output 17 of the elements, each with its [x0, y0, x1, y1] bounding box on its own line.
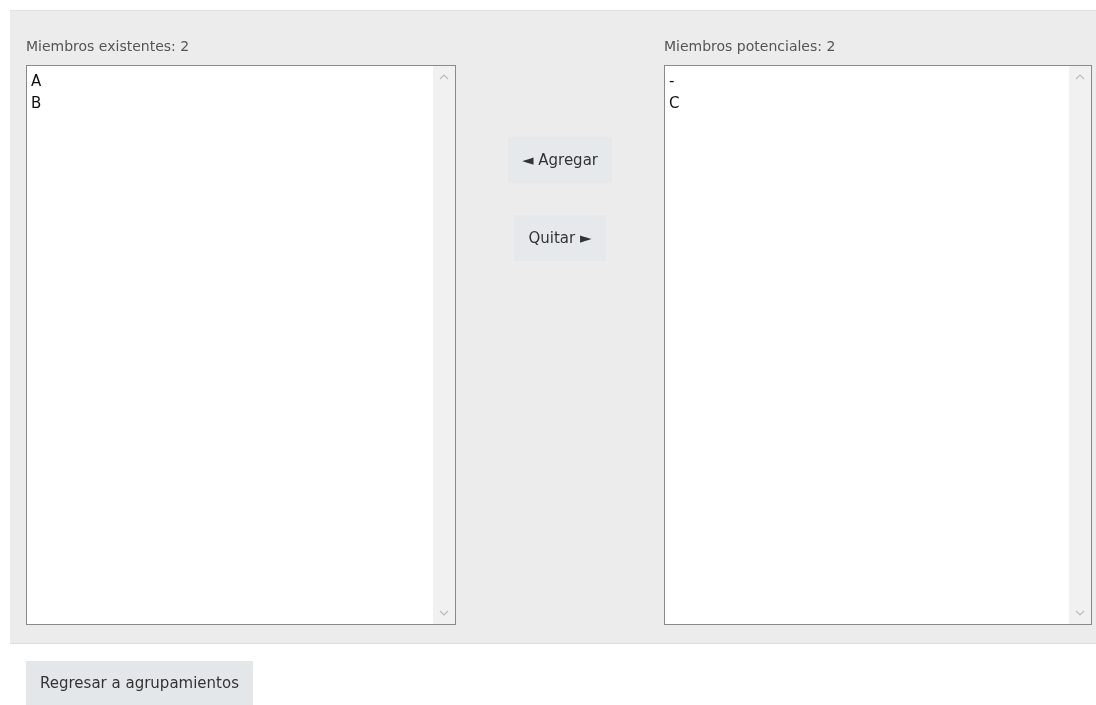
list-box[interactable]: A B	[26, 65, 456, 625]
scrollbar[interactable]	[1069, 66, 1091, 624]
move-button[interactable]: ◄ Agregar	[507, 137, 612, 183]
list-label: Miembros potenciales: 2	[664, 38, 836, 54]
list-item[interactable]: B	[31, 92, 429, 114]
move-button[interactable]: Quitar ►	[514, 215, 606, 261]
list-box[interactable]: - C	[664, 65, 1092, 625]
scrollbar[interactable]	[433, 66, 455, 624]
list-label: Miembros existentes: 2	[26, 38, 190, 54]
scroll-down-icon[interactable]	[439, 610, 449, 616]
list-item[interactable]: -	[669, 70, 1065, 92]
list-item[interactable]: A	[31, 70, 429, 92]
scroll-down-icon[interactable]	[1075, 610, 1085, 616]
scroll-up-icon[interactable]	[439, 74, 449, 80]
scroll-up-icon[interactable]	[1075, 74, 1085, 80]
list-item[interactable]: C	[669, 92, 1065, 114]
back-button[interactable]: Regresar a agrupamientos	[26, 661, 253, 705]
